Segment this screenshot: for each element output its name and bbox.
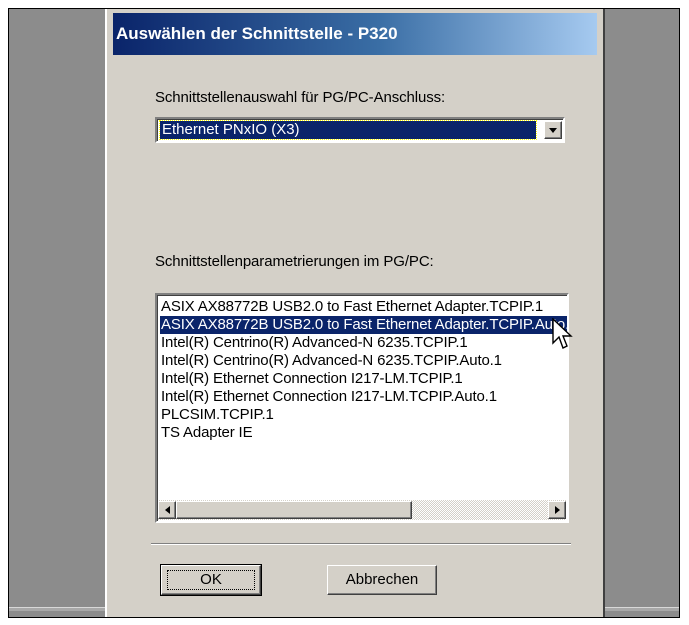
chevron-down-icon [549,127,557,133]
arrow-left-icon [164,506,170,514]
background-window-edge [605,607,679,611]
cancel-button[interactable]: Abbrechen [327,565,437,595]
interface-parameters-list: ASIX AX88772B USB2.0 to Fast Ethernet Ad… [160,298,567,442]
scroll-right-button[interactable] [548,501,566,519]
list-item-selected[interactable]: ASIX AX88772B USB2.0 to Fast Ethernet Ad… [160,316,567,334]
list-item[interactable]: PLCSIM.TCPIP.1 [160,406,567,424]
list-item[interactable]: TS Adapter IE [160,424,567,442]
cancel-button-label: Abbrechen [345,571,419,588]
scrollbar-thumb[interactable] [176,501,412,519]
divider [151,543,571,545]
horizontal-scrollbar[interactable] [158,500,566,520]
interface-parameters-label: Schnittstellenparametrierungen im PG/PC: [155,253,434,270]
interface-parameters-listbox[interactable]: ASIX AX88772B USB2.0 to Fast Ethernet Ad… [155,293,569,523]
list-item[interactable]: Intel(R) Centrino(R) Advanced-N 6235.TCP… [160,334,567,352]
interface-selection-value[interactable]: Ethernet PNxIO (X3) [159,120,537,140]
interface-selection-dialog: Auswählen der Schnittstelle - P320 Schni… [105,9,605,617]
interface-selection-label: Schnittstellenauswahl für PG/PC-Anschlus… [155,89,446,106]
focus-indicator [167,570,255,590]
interface-selection-combobox[interactable]: Ethernet PNxIO (X3) [155,117,565,143]
list-item[interactable]: Intel(R) Ethernet Connection I217-LM.TCP… [160,370,567,388]
list-item[interactable]: Intel(R) Ethernet Connection I217-LM.TCP… [160,388,567,406]
arrow-right-icon [554,506,560,514]
dialog-title[interactable]: Auswählen der Schnittstelle - P320 [113,13,597,55]
list-item[interactable]: Intel(R) Centrino(R) Advanced-N 6235.TCP… [160,352,567,370]
mouse-pointer-icon [552,318,573,349]
list-item[interactable]: ASIX AX88772B USB2.0 to Fast Ethernet Ad… [160,298,567,316]
background-window-edge [9,607,105,611]
desktop-background: Auswählen der Schnittstelle - P320 Schni… [8,8,680,618]
ok-button[interactable]: OK [160,564,262,596]
combo-dropdown-button[interactable] [544,121,562,139]
scroll-left-button[interactable] [158,501,176,519]
